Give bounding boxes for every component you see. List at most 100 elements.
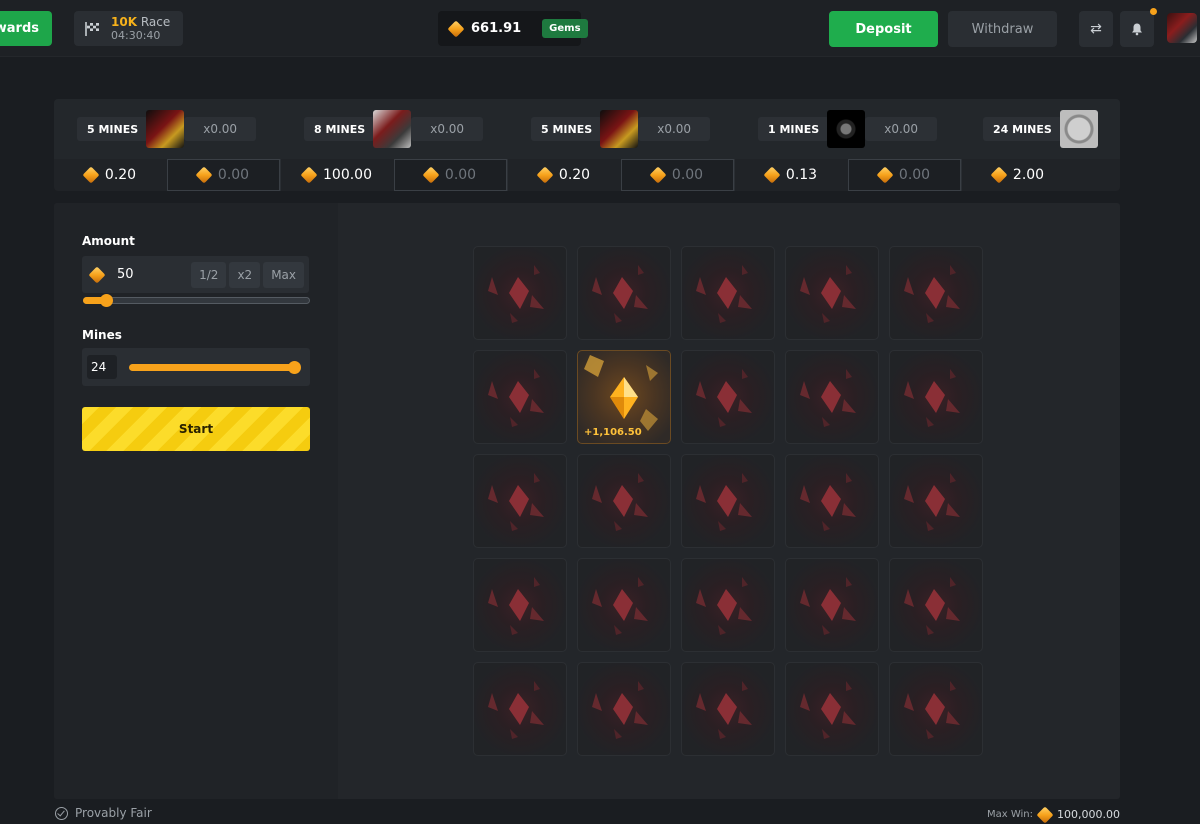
bet-mines-count: 1 MINES	[758, 117, 830, 141]
max-amount-button[interactable]: Max	[263, 262, 304, 288]
player-avatar	[373, 110, 412, 148]
player-avatar	[600, 110, 639, 148]
bet-payout: 0.00	[167, 159, 280, 191]
user-avatar[interactable]	[1167, 13, 1197, 43]
hidden-tile[interactable]	[473, 350, 567, 444]
bet-wager: 0.20	[54, 159, 167, 191]
bet-wager: 2.00	[962, 159, 1075, 191]
recent-bet-card[interactable]: 1 MINES x0.00 0.13 0.00	[735, 99, 962, 191]
hidden-tile[interactable]	[785, 350, 879, 444]
hidden-tile[interactable]	[889, 350, 983, 444]
swap-button[interactable]: ⇄	[1079, 11, 1113, 47]
recent-bet-card[interactable]: 8 MINES x0.00 100.00 0.00	[281, 99, 508, 191]
notifications-button[interactable]	[1120, 8, 1157, 47]
mines-game-panel: Amount 50 1/2 x2 Max Mines 24 Start +1,1…	[54, 203, 1120, 799]
withdraw-button[interactable]: Withdraw	[948, 11, 1057, 47]
hidden-tile[interactable]	[681, 662, 775, 756]
hidden-tile[interactable]	[577, 662, 671, 756]
player-avatar	[1059, 110, 1098, 148]
gem-icon	[1036, 806, 1054, 823]
race-widget[interactable]: 10K Race 04:30:40	[74, 11, 183, 46]
max-win-value: 100,000.00	[1057, 808, 1120, 821]
bet-mines-count: 5 MINES	[531, 117, 603, 141]
hidden-tile[interactable]	[889, 558, 983, 652]
mines-value[interactable]: 24	[87, 355, 117, 379]
bet-controls-sidebar: Amount 50 1/2 x2 Max Mines 24 Start	[54, 203, 338, 799]
gem-icon	[82, 166, 100, 184]
race-timer: 04:30:40	[111, 28, 161, 42]
race-flag-icon	[84, 21, 102, 37]
balance-value: 661.91	[471, 21, 522, 36]
gem-icon	[536, 166, 554, 184]
amount-value[interactable]: 50	[117, 267, 134, 282]
recent-bet-card[interactable]: 5 MINES x0.00 0.20 0.00	[508, 99, 735, 191]
hidden-tile[interactable]	[785, 454, 879, 548]
gem-icon	[195, 166, 213, 184]
check-circle-icon	[55, 806, 68, 820]
gem-icon	[649, 166, 667, 184]
bet-mines-count: 5 MINES	[77, 117, 149, 141]
hidden-tile[interactable]	[889, 246, 983, 340]
hidden-tile[interactable]	[889, 454, 983, 548]
hidden-tile[interactable]	[473, 662, 567, 756]
deposit-button[interactable]: Deposit	[829, 11, 938, 47]
double-amount-button[interactable]: x2	[229, 262, 261, 288]
amount-slider-thumb[interactable]	[99, 294, 113, 307]
rewards-label: ewards	[0, 21, 39, 36]
recent-bet-card[interactable]: 24 MINES 2.00	[962, 99, 1120, 191]
hidden-tile[interactable]	[681, 454, 775, 548]
hidden-tile[interactable]	[473, 246, 567, 340]
revealed-gem-tile[interactable]: +1,106.50	[577, 350, 671, 444]
hidden-tile[interactable]	[681, 350, 775, 444]
bet-payout: 0.00	[394, 159, 507, 191]
half-amount-button[interactable]: 1/2	[191, 262, 227, 288]
hidden-tile[interactable]	[681, 558, 775, 652]
rewards-button[interactable]: ewards	[0, 11, 52, 46]
mines-slider-thumb[interactable]	[288, 361, 301, 374]
hidden-tile[interactable]	[785, 558, 879, 652]
amount-label: Amount	[82, 234, 135, 248]
hidden-tile[interactable]	[785, 246, 879, 340]
recent-bets-strip: 5 MINES x0.00 0.20 0.00 8 MINES x0.00 10…	[54, 99, 1120, 191]
hidden-tile[interactable]	[785, 662, 879, 756]
mines-selector[interactable]: 24	[82, 348, 310, 386]
bet-multiplier: x0.00	[411, 117, 484, 141]
bet-wager: 100.00	[281, 159, 394, 191]
provably-fair-link[interactable]: Provably Fair	[55, 806, 152, 820]
hidden-tile[interactable]	[577, 454, 671, 548]
gem-icon	[88, 266, 106, 283]
recent-bet-card[interactable]: 5 MINES x0.00 0.20 0.00	[54, 99, 281, 191]
start-button[interactable]: Start	[82, 407, 310, 451]
bet-wager: 0.13	[735, 159, 848, 191]
currency-badge[interactable]: Gems	[542, 19, 588, 38]
mines-label: Mines	[82, 328, 122, 342]
race-title: 10K Race	[111, 14, 171, 29]
player-avatar	[146, 110, 185, 148]
bet-mines-count: 8 MINES	[304, 117, 376, 141]
player-avatar	[827, 110, 866, 148]
hidden-tile[interactable]	[577, 246, 671, 340]
bet-payout: 0.00	[621, 159, 734, 191]
bet-mines-count: 24 MINES	[983, 117, 1062, 141]
max-win: Max Win: 100,000.00	[987, 806, 1120, 823]
provably-fair-label: Provably Fair	[75, 806, 152, 820]
hidden-tile[interactable]	[473, 454, 567, 548]
gem-icon	[990, 166, 1008, 184]
bet-wager: 0.20	[508, 159, 621, 191]
hidden-tile[interactable]	[577, 558, 671, 652]
bet-multiplier: x0.00	[184, 117, 257, 141]
amount-input[interactable]: 50 1/2 x2 Max	[82, 256, 309, 293]
bell-icon	[1132, 23, 1142, 36]
top-bar: ewards 10K Race 04:30:40 661.91 Gems Dep…	[0, 0, 1200, 57]
gem-icon	[447, 20, 465, 37]
gem-icon	[300, 166, 318, 184]
hidden-tile[interactable]	[473, 558, 567, 652]
tile-win-amount: +1,106.50	[584, 427, 642, 438]
gem-icon	[763, 166, 781, 184]
swap-icon: ⇄	[1090, 21, 1102, 37]
hidden-tile[interactable]	[681, 246, 775, 340]
max-win-label: Max Win:	[987, 809, 1034, 820]
hidden-tile[interactable]	[889, 662, 983, 756]
notification-dot	[1150, 8, 1157, 15]
balance-display[interactable]: 661.91 Gems	[438, 11, 588, 46]
